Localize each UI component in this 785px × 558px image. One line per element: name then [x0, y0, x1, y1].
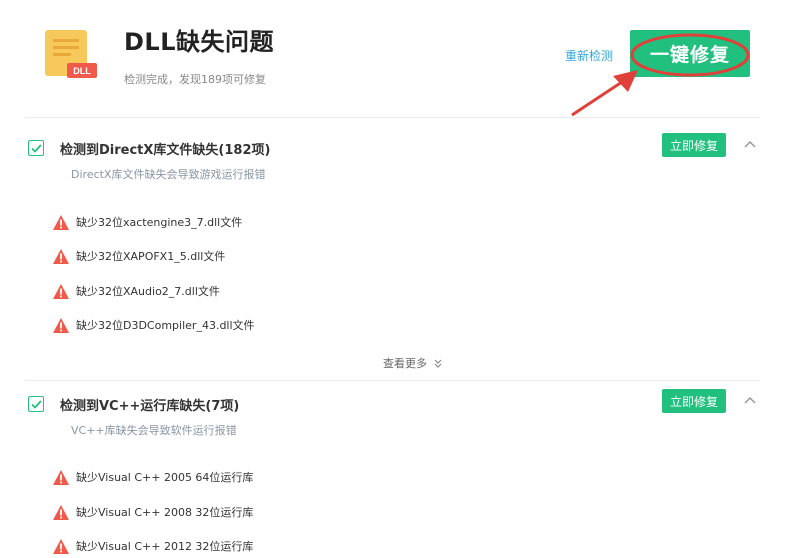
dll-file-icon: DLL [45, 30, 97, 80]
missing-runtime-label: 缺少Visual C++ 2012 32位运行库 [76, 540, 254, 553]
fix-now-button[interactable]: 立即修复 [662, 133, 726, 157]
section-title: 检测到VC++运行库缺失(7项) [60, 399, 240, 414]
view-more-link[interactable]: 查看更多 [383, 355, 442, 371]
fix-all-button[interactable]: 一键修复 [630, 30, 750, 77]
scan-summary: 检测完成，发现189项可修复 [124, 73, 266, 86]
warning-icon [53, 538, 69, 554]
missing-runtime-label: 缺少Visual C++ 2005 64位运行库 [76, 471, 254, 484]
list-item: 缺少32位XAudio2_7.dll文件 [53, 282, 220, 300]
dll-icon-label: DLL [73, 66, 91, 76]
header-divider [25, 117, 760, 118]
warning-icon [53, 504, 69, 520]
warning-icon [53, 317, 69, 333]
chevron-up-icon[interactable] [743, 137, 759, 153]
warning-icon [53, 283, 69, 299]
missing-file-label: 缺少32位XAudio2_7.dll文件 [76, 285, 220, 298]
chevron-up-icon[interactable] [743, 393, 759, 409]
warning-icon [53, 214, 69, 230]
missing-runtime-label: 缺少Visual C++ 2008 32位运行库 [76, 506, 254, 519]
pointer-arrow [571, 76, 629, 117]
list-item: 缺少Visual C++ 2005 64位运行库 [53, 468, 253, 486]
missing-file-label: 缺少32位XAPOFX1_5.dll文件 [76, 250, 226, 263]
section-description: VC++库缺失会导致软件运行报错 [71, 424, 237, 437]
rescan-link[interactable]: 重新检测 [565, 47, 613, 64]
section-description: DirectX库文件缺失会导致游戏运行报错 [71, 168, 266, 181]
warning-icon [53, 469, 69, 485]
check-icon [30, 399, 42, 409]
missing-file-label: 缺少32位D3DCompiler_43.dll文件 [76, 319, 255, 332]
double-chevron-down-icon [434, 359, 442, 368]
section-divider [25, 380, 760, 381]
page-title: DLL缺失问题 [124, 28, 275, 56]
fix-now-button[interactable]: 立即修复 [662, 389, 726, 413]
list-item: 缺少32位D3DCompiler_43.dll文件 [53, 316, 255, 334]
section-title: 检测到DirectX库文件缺失(182项) [60, 143, 271, 158]
list-item: 缺少32位xactengine3_7.dll文件 [53, 213, 242, 231]
list-item: 缺少Visual C++ 2008 32位运行库 [53, 503, 253, 521]
missing-file-label: 缺少32位xactengine3_7.dll文件 [76, 216, 243, 229]
vcpp-checkbox[interactable] [28, 396, 44, 412]
list-item: 缺少32位XAPOFX1_5.dll文件 [53, 247, 225, 265]
check-icon [30, 143, 42, 153]
list-item: 缺少Visual C++ 2012 32位运行库 [53, 537, 253, 555]
warning-icon [53, 248, 69, 264]
directx-checkbox[interactable] [28, 140, 44, 156]
view-more-label: 查看更多 [383, 357, 427, 370]
